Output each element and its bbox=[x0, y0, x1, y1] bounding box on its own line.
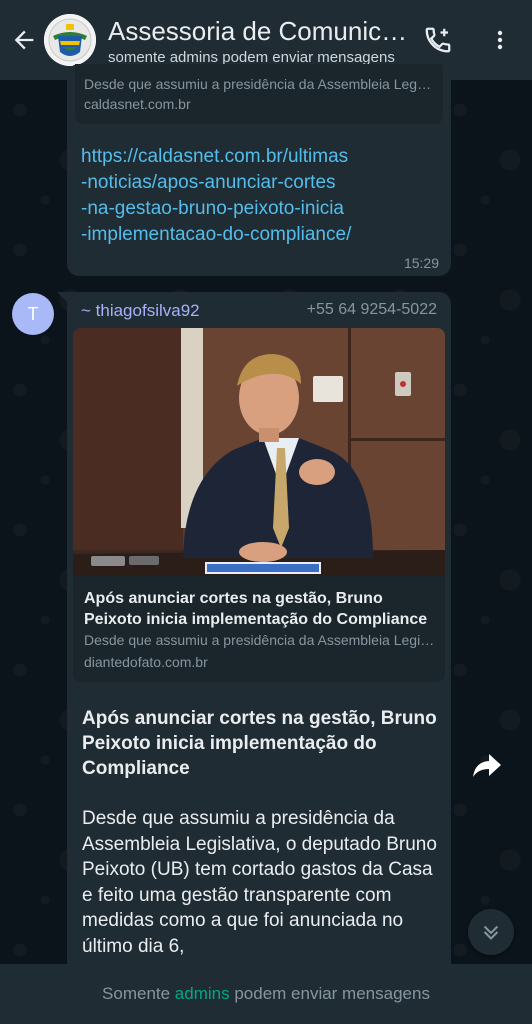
chat-title[interactable]: Assessoria de Comunicação bbox=[108, 15, 408, 47]
preview-image[interactable] bbox=[73, 328, 445, 576]
message-title: Após anunciar cortes na gestão, Bruno Pe… bbox=[82, 708, 437, 779]
preview-domain: caldasnet.com.br bbox=[84, 96, 191, 112]
message-bubble[interactable]: ~ thiagofsilva92 +55 64 9254-5022 Após a… bbox=[67, 292, 451, 992]
phone-add-icon bbox=[425, 27, 451, 53]
forward-button[interactable] bbox=[469, 748, 505, 784]
chevrons-down-icon bbox=[483, 925, 499, 940]
preview-domain: diantedofato.com.br bbox=[84, 654, 208, 670]
arrow-left-icon bbox=[14, 30, 34, 50]
footer-prefix: Somente bbox=[102, 984, 175, 1003]
group-avatar[interactable] bbox=[44, 14, 96, 66]
read-only-footer: Somente admins podem enviar mensagens bbox=[0, 964, 532, 1024]
link-line[interactable]: -noticias/apos-anunciar-cortes bbox=[81, 170, 441, 196]
message-link[interactable]: https://caldasnet.com.br/ultimas -notici… bbox=[81, 144, 441, 248]
link-line[interactable]: -implementacao-do-compliance/ bbox=[81, 222, 441, 248]
message-bubble[interactable]: Desde que assumiu a presidência da Assem… bbox=[67, 64, 451, 276]
preview-description: Desde que assumiu a presidência da Assem… bbox=[84, 632, 436, 648]
link-preview[interactable]: Desde que assumiu a presidência da Assem… bbox=[75, 64, 443, 124]
forward-icon bbox=[473, 754, 501, 777]
menu-button[interactable] bbox=[480, 20, 520, 60]
preview-description: Desde que assumiu a presidência da Assem… bbox=[84, 76, 434, 92]
admins-link[interactable]: admins bbox=[175, 984, 230, 1004]
chat-subtitle: somente admins podem enviar mensagens bbox=[108, 48, 395, 66]
link-line[interactable]: https://caldasnet.com.br/ultimas bbox=[81, 144, 441, 170]
footer-suffix: podem enviar mensagens bbox=[229, 984, 430, 1003]
scroll-down-button[interactable] bbox=[468, 909, 514, 955]
emblem-icon bbox=[44, 14, 96, 66]
back-button[interactable] bbox=[4, 0, 44, 80]
link-preview-card[interactable]: Após anunciar cortes na gestão, Bruno Pe… bbox=[73, 576, 445, 682]
sender-name[interactable]: ~ thiagofsilva92 bbox=[81, 301, 200, 321]
preview-title: Após anunciar cortes na gestão, Bruno Pe… bbox=[84, 590, 428, 628]
more-vertical-icon bbox=[497, 30, 503, 50]
news-photo bbox=[73, 328, 445, 576]
sender-phone[interactable]: +55 64 9254-5022 bbox=[307, 301, 437, 319]
avatar[interactable]: T bbox=[12, 293, 54, 335]
call-button[interactable] bbox=[418, 20, 458, 60]
message-body: Desde que assumiu a presidência da Assem… bbox=[82, 808, 437, 957]
link-line[interactable]: -na-gestao-bruno-peixoto-inicia bbox=[81, 196, 441, 222]
message-time: 15:29 bbox=[403, 255, 439, 271]
